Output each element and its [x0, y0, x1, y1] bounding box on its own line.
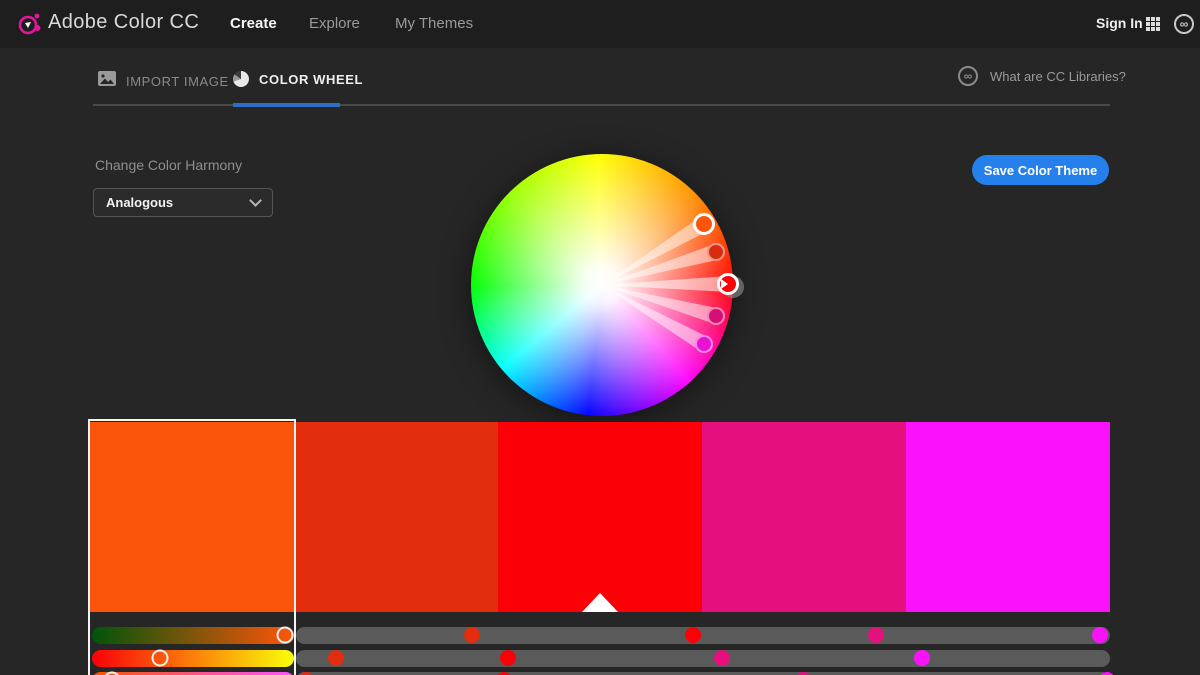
- color-wheel-icon: [233, 71, 249, 87]
- slider-g-handle-1[interactable]: [152, 650, 169, 667]
- slider-g-swatch-1[interactable]: [92, 650, 294, 667]
- swatch-2[interactable]: [294, 422, 498, 612]
- slider-r-handle-1[interactable]: [277, 627, 294, 644]
- cc-libraries-icon: ∞: [958, 66, 978, 86]
- wheel-marker-2[interactable]: [707, 243, 725, 261]
- base-color-indicator: [582, 593, 618, 612]
- chevron-down-icon: [249, 194, 262, 207]
- tab-import-label: IMPORT IMAGE: [126, 74, 229, 89]
- adobe-color-app: Adobe Color CC Create Explore My Themes …: [0, 0, 1200, 675]
- wheel-marker-base[interactable]: [717, 273, 739, 295]
- wheel-marker-5[interactable]: [695, 335, 713, 353]
- slider-g-handle-2[interactable]: [328, 650, 344, 666]
- slider-g-handle-4[interactable]: [714, 650, 730, 666]
- swatch-1[interactable]: [90, 422, 294, 612]
- color-wheel[interactable]: [471, 154, 733, 416]
- base-marker-arrow-icon: [721, 279, 728, 289]
- slider-r-track[interactable]: [296, 627, 1110, 644]
- harmony-label: Change Color Harmony: [95, 157, 242, 173]
- nav-explore[interactable]: Explore: [309, 15, 360, 32]
- creative-cloud-icon[interactable]: ∞: [1174, 14, 1194, 34]
- top-bar: Adobe Color CC Create Explore My Themes …: [0, 0, 1200, 48]
- swatch-5[interactable]: [906, 422, 1110, 612]
- slider-r-swatch-1[interactable]: [92, 627, 294, 644]
- slider-g-handle-5[interactable]: [914, 650, 930, 666]
- tab-wheel-label: COLOR WHEEL: [259, 72, 363, 87]
- harmony-selected-value: Analogous: [106, 195, 173, 210]
- slider-g-track[interactable]: [296, 650, 1110, 667]
- adobe-color-logo-icon[interactable]: [15, 10, 45, 38]
- save-color-theme-button[interactable]: Save Color Theme: [972, 155, 1109, 185]
- swatch-4[interactable]: [702, 422, 906, 612]
- tab-color-wheel[interactable]: COLOR WHEEL: [233, 71, 363, 87]
- wheel-marker-1[interactable]: [693, 213, 715, 235]
- slider-r-handle-4[interactable]: [868, 627, 884, 643]
- sign-in-link[interactable]: Sign In: [1096, 15, 1143, 31]
- nav-create[interactable]: Create: [230, 15, 277, 32]
- slider-r-handle-2[interactable]: [464, 627, 480, 643]
- cc-libraries-link[interactable]: ∞ What are CC Libraries?: [958, 66, 1126, 86]
- slider-g-handle-3[interactable]: [500, 650, 516, 666]
- import-image-icon: [98, 71, 116, 91]
- active-tab-underline: [233, 103, 340, 107]
- slider-r-handle-3[interactable]: [685, 627, 701, 643]
- nav-my-themes[interactable]: My Themes: [395, 15, 473, 32]
- swatch-3[interactable]: [498, 422, 702, 612]
- tab-import-image[interactable]: IMPORT IMAGE: [98, 71, 229, 91]
- apps-grid-icon[interactable]: [1146, 17, 1162, 33]
- cc-libraries-label: What are CC Libraries?: [990, 69, 1126, 84]
- wheel-marker-4[interactable]: [707, 307, 725, 325]
- slider-r-handle-5[interactable]: [1092, 627, 1108, 643]
- harmony-dropdown[interactable]: Analogous: [93, 188, 273, 217]
- app-title: Adobe Color CC: [48, 11, 199, 34]
